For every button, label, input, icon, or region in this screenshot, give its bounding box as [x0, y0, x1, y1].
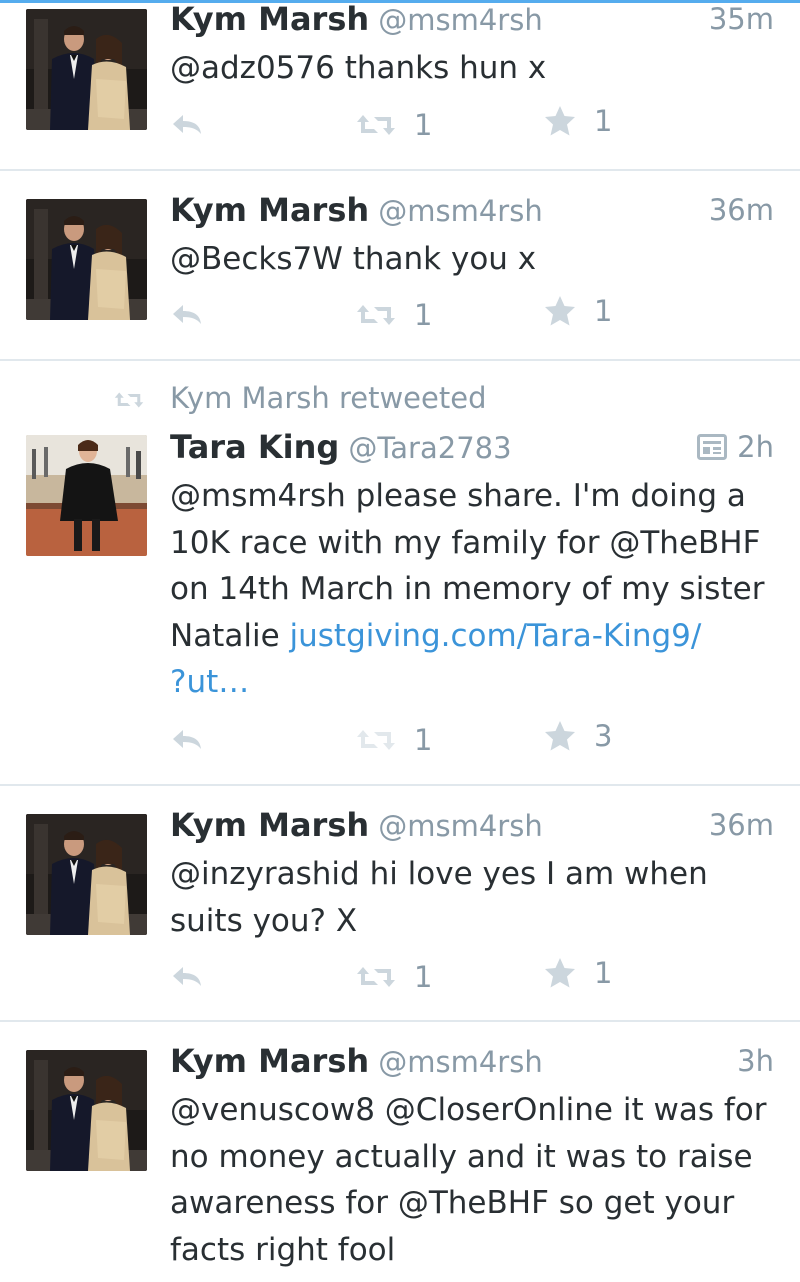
user-handle[interactable]: @msm4rsh	[378, 194, 542, 228]
tweet[interactable]: Kym Marsh @msm4rsh 36m @Becks7W thank yo…	[0, 171, 800, 361]
tweet-link-continuation[interactable]: ?ut…	[170, 659, 782, 706]
retweet-button[interactable]: 1	[356, 723, 432, 757]
reply-button[interactable]	[170, 112, 204, 136]
favorite-count: 1	[594, 956, 613, 990]
tweet-text: @inzyrashid hi love yes I am when suits …	[170, 851, 782, 944]
avatar[interactable]	[26, 1050, 147, 1171]
avatar[interactable]	[26, 814, 147, 935]
timestamp: 36m	[708, 808, 774, 842]
tweet[interactable]: Kym Marsh retweeted Tara King @Tara2783 …	[0, 361, 800, 786]
star-icon	[544, 957, 576, 989]
retweet-icon	[356, 728, 396, 752]
user-handle[interactable]: @msm4rsh	[378, 3, 542, 37]
favorite-button[interactable]: 1	[544, 294, 612, 328]
tweet-text-line: @msm4rsh please share. I'm doing a	[170, 478, 746, 514]
reply-icon	[170, 112, 204, 136]
timestamp: 35m	[708, 2, 774, 36]
tweet[interactable]: Kym Marsh @msm4rsh 3h @venuscow8 @Closer…	[0, 1022, 800, 1282]
retweet-icon	[114, 391, 144, 409]
retweet-icon	[356, 965, 396, 989]
avatar[interactable]	[26, 435, 147, 556]
user-handle[interactable]: @Tara2783	[348, 431, 511, 465]
star-icon	[544, 105, 576, 137]
tweet[interactable]: Kym Marsh @msm4rsh 36m @inzyrashid hi lo…	[0, 786, 800, 1022]
retweet-button[interactable]: 1	[356, 108, 432, 142]
retweet-button[interactable]: 1	[356, 298, 432, 332]
tweet-link[interactable]: justgiving.com/Tara-King9/	[290, 618, 702, 654]
user-handle[interactable]: @msm4rsh	[378, 809, 542, 843]
user-name[interactable]: Tara King	[170, 428, 339, 466]
tweet-text-line: awareness for @TheBHF so get your	[170, 1185, 735, 1221]
reply-icon	[170, 727, 204, 751]
reply-button[interactable]	[170, 302, 204, 326]
tweet-text-line: facts right fool	[170, 1231, 396, 1268]
favorite-button[interactable]: 3	[544, 719, 612, 753]
tweet-text: @adz0576 thanks hun x	[170, 50, 547, 86]
tweet-text-line: suits you? X	[170, 902, 358, 939]
retweet-icon	[356, 113, 396, 137]
user-name[interactable]: Kym Marsh	[170, 0, 369, 38]
tweet-text-line: 10K race with my family for @TheBHF	[170, 524, 761, 561]
star-icon	[544, 295, 576, 327]
retweet-count: 1	[414, 298, 433, 332]
retweet-count: 1	[414, 723, 433, 757]
tweet-text: @Becks7W thank you x	[170, 241, 537, 277]
user-name[interactable]: Kym Marsh	[170, 1042, 369, 1080]
star-icon	[544, 720, 576, 752]
summary-card-icon	[697, 434, 727, 460]
reply-button[interactable]	[170, 964, 204, 988]
user-name[interactable]: Kym Marsh	[170, 191, 369, 229]
timestamp: 2h	[737, 430, 774, 464]
retweet-icon	[356, 303, 396, 327]
tweet-text-line: no money actually and it was to raise	[170, 1138, 753, 1175]
timestamp: 3h	[737, 1044, 774, 1078]
user-handle[interactable]: @msm4rsh	[378, 1045, 542, 1079]
favorite-count: 3	[594, 719, 613, 753]
retweet-count: 1	[414, 108, 433, 142]
tweet-text: @venuscow8 @CloserOnline it was for no m…	[170, 1087, 782, 1273]
retweet-button[interactable]: 1	[356, 960, 432, 994]
reply-icon	[170, 964, 204, 988]
reply-icon	[170, 302, 204, 326]
favorite-button[interactable]: 1	[544, 104, 612, 138]
favorite-count: 1	[594, 294, 613, 328]
favorite-button[interactable]: 1	[544, 956, 612, 990]
retweet-context: Kym Marsh retweeted	[0, 381, 800, 421]
retweeted-by-label[interactable]: Kym Marsh retweeted	[170, 381, 486, 415]
tweet-text: @msm4rsh please share. I'm doing a 10K r…	[170, 473, 782, 706]
tweet-text-line: @inzyrashid hi love yes I am when	[170, 856, 708, 892]
tweet-text-line: on 14th March in memory of my sister	[170, 571, 765, 607]
timestamp: 36m	[708, 193, 774, 227]
tweet[interactable]: Kym Marsh @msm4rsh 35m @adz0576 thanks h…	[0, 0, 800, 171]
favorite-count: 1	[594, 104, 613, 138]
user-name[interactable]: Kym Marsh	[170, 806, 369, 844]
reply-button[interactable]	[170, 727, 204, 751]
retweet-count: 1	[414, 960, 433, 994]
tweet-text-line: @venuscow8 @CloserOnline it was for	[170, 1092, 767, 1128]
tweet-text-line: Natalie	[170, 617, 290, 654]
